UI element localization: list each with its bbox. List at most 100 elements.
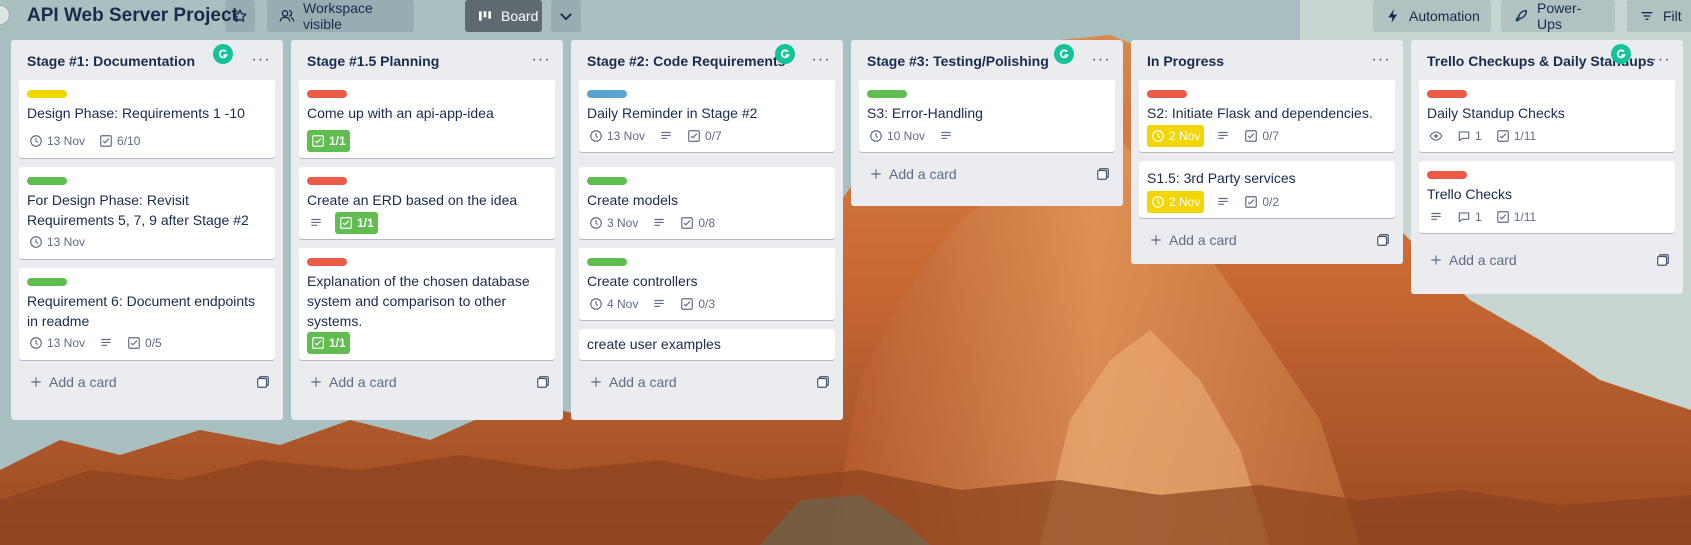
card[interactable]: Daily Reminder in Stage #2 13 Nov 0/7 bbox=[579, 80, 835, 152]
list-title[interactable]: Stage #1.5 Planning bbox=[307, 52, 439, 70]
list-menu-icon[interactable]: ··· bbox=[249, 48, 273, 72]
add-card-button[interactable]: Add a card bbox=[579, 368, 835, 396]
card-template-icon[interactable] bbox=[533, 372, 553, 392]
list-menu-icon[interactable]: ··· bbox=[529, 48, 553, 72]
checklist-icon bbox=[1496, 129, 1510, 143]
due-date-badge-text: 13 Nov bbox=[607, 129, 646, 143]
card-label-red[interactable] bbox=[307, 177, 347, 185]
card[interactable]: Design Phase: Requirements 1 -10 13 Nov 6/… bbox=[19, 80, 275, 158]
comments-badge-text: 1 bbox=[1475, 210, 1482, 224]
card-badges: 2 Nov 0/2 bbox=[1147, 191, 1287, 213]
card[interactable]: create user examples bbox=[579, 329, 835, 360]
card-label-green[interactable] bbox=[587, 177, 627, 185]
board-title[interactable]: API Web Server Project bbox=[27, 4, 238, 28]
filter-icon bbox=[1641, 12, 1653, 20]
board-view-icon bbox=[479, 11, 491, 21]
card-label-red[interactable] bbox=[307, 90, 347, 98]
card-label-red[interactable] bbox=[307, 258, 347, 266]
checklist-badge: 0/7 bbox=[1242, 125, 1281, 147]
sidebar-toggle[interactable] bbox=[0, 5, 10, 25]
card-badges: 1/1 bbox=[307, 332, 356, 354]
list-title[interactable]: Stage #2: Code Requirements bbox=[587, 52, 785, 70]
card-template-icon[interactable] bbox=[1653, 250, 1673, 270]
clock-icon bbox=[1151, 195, 1165, 209]
add-card-button[interactable]: Add a card bbox=[1139, 226, 1395, 254]
card-label-red[interactable] bbox=[1147, 90, 1187, 98]
card-label-green[interactable] bbox=[27, 278, 67, 286]
list-menu-icon[interactable]: ··· bbox=[1369, 48, 1393, 72]
filter-button[interactable]: Filt bbox=[1627, 0, 1691, 32]
due-date-badge: 13 Nov bbox=[27, 332, 87, 354]
description-icon bbox=[939, 129, 953, 143]
card-template-icon[interactable] bbox=[253, 372, 273, 392]
card[interactable]: Create an ERD based on the idea 1/1 bbox=[299, 167, 555, 239]
visibility-button[interactable]: Workspace visible bbox=[267, 0, 414, 32]
card-label-green[interactable] bbox=[587, 258, 627, 266]
card-label-blue[interactable] bbox=[587, 90, 627, 98]
card-title: Daily Reminder in Stage #2 bbox=[587, 105, 758, 121]
comments-badge-text: 1 bbox=[1475, 129, 1482, 143]
card-template-icon[interactable] bbox=[1373, 230, 1393, 250]
card-template-icon[interactable] bbox=[1093, 164, 1113, 184]
clock-icon bbox=[29, 134, 43, 148]
checklist-badge: 6/10 bbox=[97, 130, 142, 152]
card-label-green[interactable] bbox=[27, 177, 67, 185]
card[interactable]: Create models 3 Nov 0/8 bbox=[579, 167, 835, 239]
add-card-button[interactable]: Add a card bbox=[19, 368, 275, 396]
list-menu-icon[interactable]: ··· bbox=[1089, 48, 1113, 72]
add-card-button[interactable]: Add a card bbox=[299, 368, 555, 396]
description-badge bbox=[937, 125, 955, 147]
add-card-button[interactable]: Add a card bbox=[859, 160, 1115, 188]
card-title: S3: Error-Handling bbox=[867, 105, 983, 121]
card[interactable]: Create controllers 4 Nov 0/3 bbox=[579, 248, 835, 320]
card-badges: 10 Nov bbox=[867, 125, 961, 147]
card-label-yellow[interactable] bbox=[27, 90, 67, 98]
card[interactable]: Requirement 6: Document endpoints in rea… bbox=[19, 268, 275, 360]
description-icon bbox=[1429, 210, 1443, 224]
add-card-button[interactable]: Add a card bbox=[1419, 246, 1675, 274]
list-title[interactable]: Stage #1: Documentation bbox=[27, 52, 195, 70]
checklist-icon bbox=[339, 216, 353, 230]
list-menu-icon[interactable]: ··· bbox=[809, 48, 833, 72]
card-title: Design Phase: Requirements 1 -10 bbox=[27, 105, 245, 121]
card-template-icon[interactable] bbox=[813, 372, 833, 392]
card-title: Create controllers bbox=[587, 273, 698, 289]
card[interactable]: Come up with an api-app-idea 1/1 bbox=[299, 80, 555, 158]
automation-button[interactable]: Automation bbox=[1373, 0, 1491, 32]
board-view-button[interactable]: Board bbox=[465, 0, 542, 32]
checklist-badge: 0/8 bbox=[678, 212, 717, 234]
description-badge bbox=[1214, 191, 1232, 213]
list-title[interactable]: Stage #3: Testing/Polishing bbox=[867, 52, 1049, 70]
add-card-label: Add a card bbox=[1169, 232, 1237, 248]
checklist-badge-text: 6/10 bbox=[117, 134, 141, 148]
description-icon bbox=[99, 336, 113, 350]
card-label-red[interactable] bbox=[1427, 90, 1467, 98]
list-column: Stage #2: Code Requirements ··· Daily Remi… bbox=[571, 40, 843, 420]
list-menu-icon[interactable]: ··· bbox=[1649, 48, 1673, 72]
card-label-green[interactable] bbox=[867, 90, 907, 98]
card-badges: 1/1 bbox=[307, 212, 384, 234]
card[interactable]: Daily Standup Checks 1 1/11 bbox=[1419, 80, 1675, 152]
card-badges: 13 Nov 6/10 bbox=[27, 130, 148, 152]
card[interactable]: S2: Initiate Flask and dependencies. 2 No… bbox=[1139, 80, 1395, 152]
card[interactable]: S1.5: 3rd Party services 2 Nov 0/2 bbox=[1139, 161, 1395, 218]
description-badge bbox=[97, 332, 115, 354]
card[interactable]: For Design Phase: Revisit Requirements 5… bbox=[19, 167, 275, 259]
chevron-down-icon bbox=[560, 13, 572, 21]
card[interactable]: S3: Error-Handling 10 Nov bbox=[859, 80, 1115, 152]
card-label-red[interactable] bbox=[1427, 171, 1467, 179]
card[interactable]: Explanation of the chosen database syste… bbox=[299, 248, 555, 360]
card[interactable]: Trello Checks 1 1/11 bbox=[1419, 161, 1675, 233]
list-title[interactable]: In Progress bbox=[1147, 52, 1224, 70]
due-date-badge: 13 Nov bbox=[27, 130, 87, 152]
view-switcher-button[interactable] bbox=[551, 0, 581, 32]
due-date-badge-text: 2 Nov bbox=[1169, 195, 1201, 209]
card-badges: 4 Nov 0/3 bbox=[587, 293, 723, 315]
checklist-icon bbox=[1244, 195, 1258, 209]
star-button[interactable] bbox=[225, 0, 255, 32]
powerups-button[interactable]: Power-Ups bbox=[1501, 0, 1615, 32]
checklist-icon bbox=[680, 216, 694, 230]
comment-icon bbox=[1457, 210, 1471, 224]
plus-icon bbox=[29, 375, 43, 389]
checklist-badge-text: 1/11 bbox=[1513, 210, 1537, 224]
